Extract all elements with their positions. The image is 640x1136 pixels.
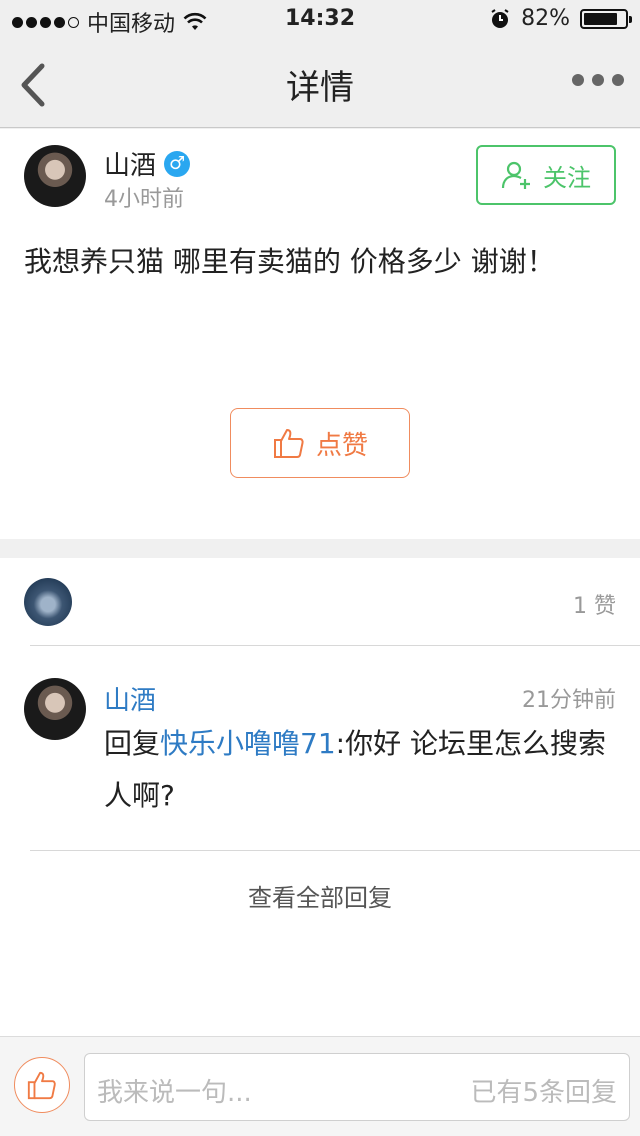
post-content: 我想养只猫 哪里有卖猫的 价格多少 谢谢！ [24, 245, 555, 278]
thumbs-up-icon [27, 1071, 56, 1100]
male-gender-icon: ♂ [164, 150, 191, 177]
divider [30, 645, 640, 646]
reply-prefix: 回复 [104, 727, 161, 760]
reply-content: 回复快乐小噜噜71:你好 论坛里怎么搜索人啊? [104, 718, 624, 822]
alarm-icon [491, 8, 509, 28]
divider [30, 850, 640, 851]
author-name[interactable]: 山酒 [104, 145, 156, 182]
view-all-replies-link[interactable]: 查看全部回复 [0, 878, 640, 913]
battery-icon [580, 8, 632, 29]
bottom-like-button[interactable] [14, 1057, 70, 1113]
like-label: 点赞 [315, 430, 368, 461]
status-right: 82% [489, 6, 632, 31]
bottom-bar: 我来说一句... 已有5条回复 [0, 1036, 640, 1136]
reply-mention-link[interactable]: 快乐小噜噜71 [160, 727, 336, 760]
add-user-icon [501, 161, 530, 189]
follow-button[interactable]: 关注 [476, 145, 616, 205]
like-count: 1 赞 [573, 594, 616, 619]
like-button[interactable]: 点赞 [230, 408, 410, 478]
likes-section: 1 赞 山酒 21分钟前 回复快乐小噜噜71:你好 论坛里怎么搜索人啊? 查看全… [0, 558, 640, 1036]
reply-count: 已有5条回复 [470, 1078, 617, 1108]
reply-author[interactable]: 山酒 [104, 680, 156, 717]
thumbs-up-icon [273, 429, 304, 458]
battery-percent: 82% [521, 6, 570, 31]
author-name-row: 山酒 ♂ [104, 145, 191, 182]
nav-bar: 详情 [0, 40, 640, 128]
follow-label: 关注 [543, 163, 591, 192]
liker-avatar[interactable] [24, 578, 72, 626]
comment-input[interactable]: 我来说一句... 已有5条回复 [84, 1053, 630, 1121]
reply-time: 21分钟前 [522, 688, 616, 713]
post-time: 4小时前 [104, 187, 184, 212]
more-dots-icon[interactable] [572, 74, 624, 86]
reply-avatar[interactable] [24, 678, 86, 740]
status-bar: 中国移动 14:32 82% [0, 0, 640, 40]
author-avatar[interactable] [24, 145, 86, 207]
page-title: 详情 [286, 68, 354, 108]
post-card: 山酒 ♂ 4小时前 关注 我想养只猫 哪里有卖猫的 价格多少 谢谢！ 点赞 [0, 129, 640, 539]
comment-placeholder: 我来说一句... [97, 1078, 252, 1108]
